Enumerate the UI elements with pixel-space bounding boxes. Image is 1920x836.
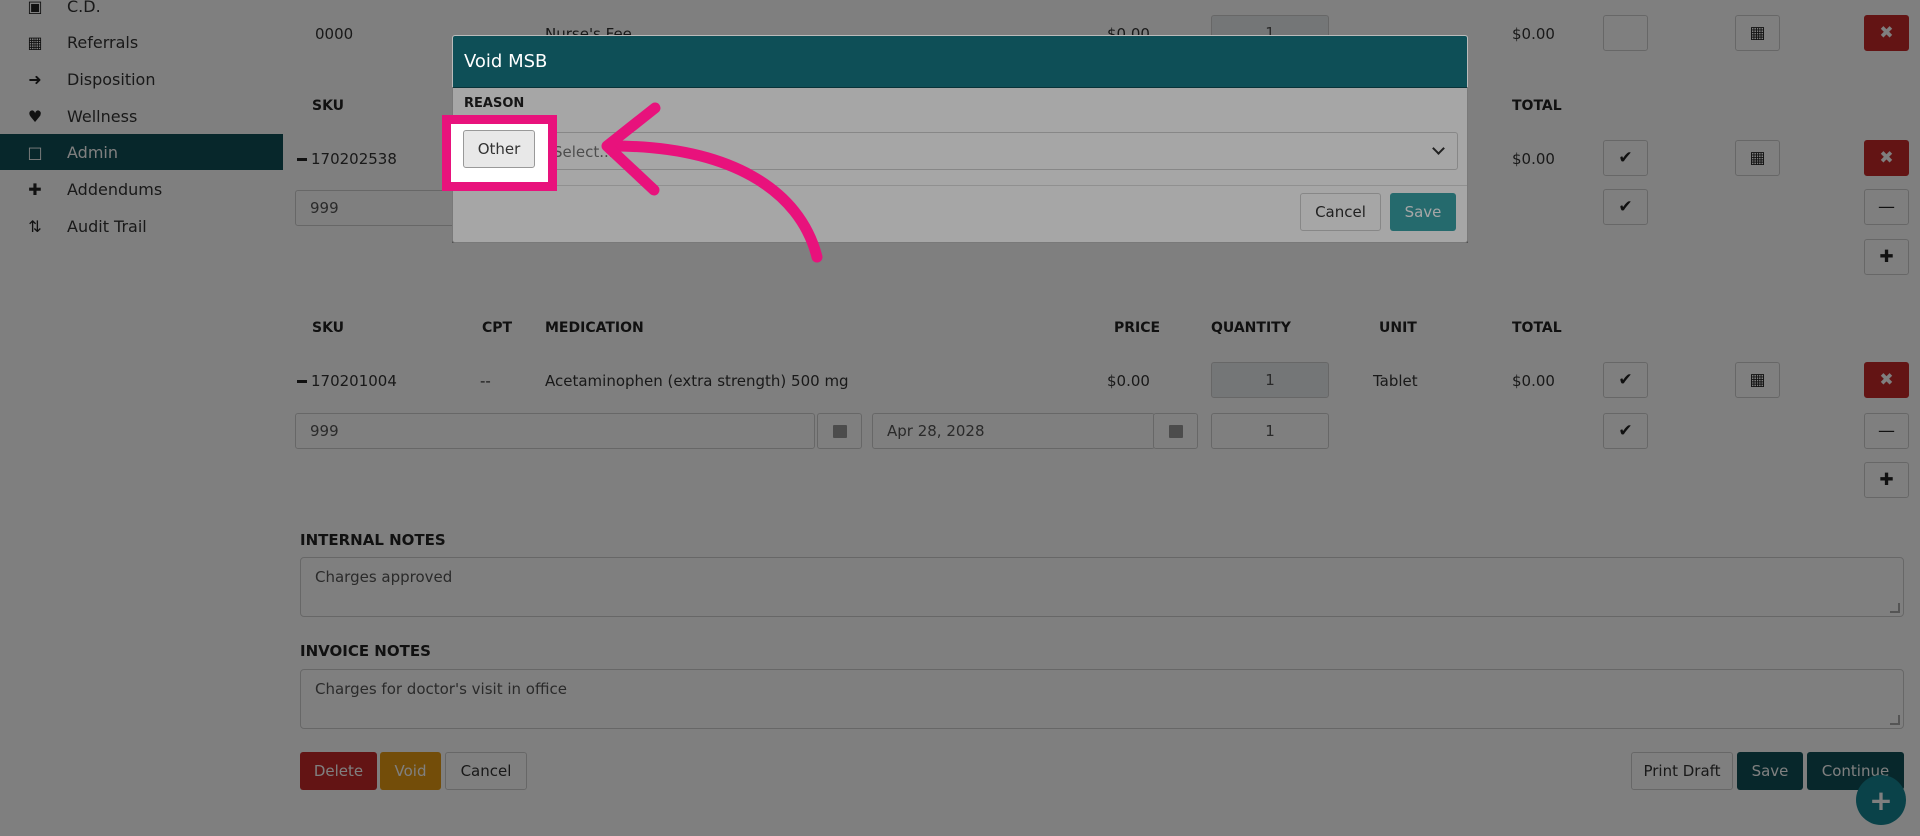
reason-option-other[interactable]: Other <box>463 130 535 168</box>
modal-dim <box>452 87 1468 243</box>
modal-header: Void MSB <box>453 36 1467 88</box>
modal-title: Void MSB <box>464 51 548 72</box>
